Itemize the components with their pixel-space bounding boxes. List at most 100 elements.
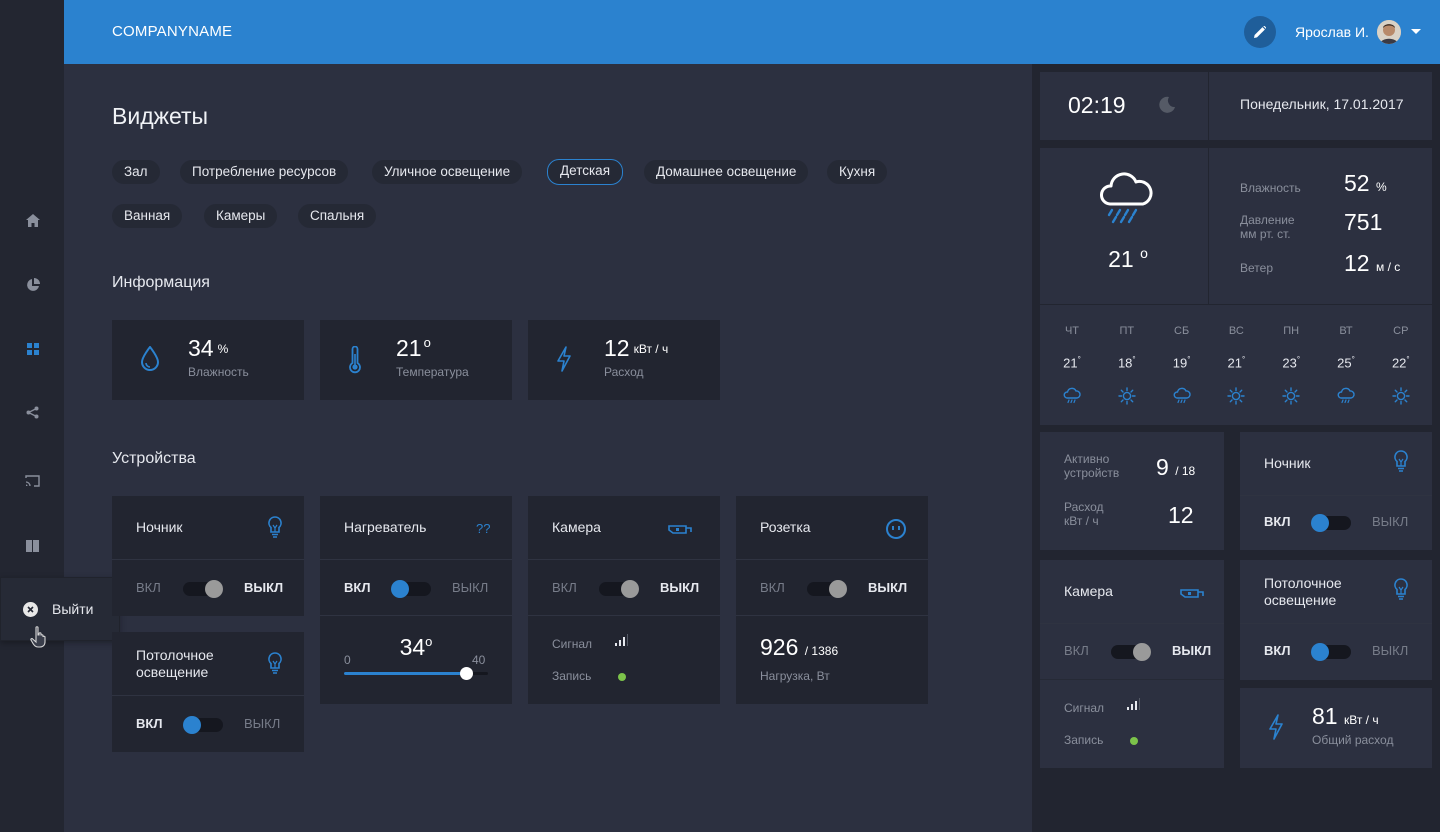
humidity-label: Влажность [1240, 181, 1301, 195]
forecast-day: ПН [1283, 325, 1300, 337]
tab-bedroom[interactable]: Спальня [298, 204, 377, 228]
right-ceiling-off-label[interactable]: ВЫКЛ [1372, 643, 1408, 658]
tab-zal[interactable]: Зал [112, 160, 160, 184]
logout-button[interactable]: Выйти [0, 577, 120, 641]
home-icon[interactable] [24, 212, 41, 229]
camera-record-label: Запись [552, 669, 592, 683]
moon-icon [1158, 96, 1176, 119]
tab-street-light[interactable]: Уличное освещение [372, 160, 523, 184]
nightlight-off-label[interactable]: ВЫКЛ [244, 580, 283, 595]
forecast-temp: 21° [1063, 355, 1081, 371]
socket-toggle-row: ВКЛ ВЫКЛ [736, 560, 928, 616]
active-devices-label: Активно устройств [1064, 452, 1120, 480]
pie-chart-icon[interactable] [24, 276, 41, 293]
camera-on-label[interactable]: ВКЛ [552, 580, 577, 595]
camera-switch[interactable] [599, 580, 639, 598]
forecast-day: ЧТ [1064, 325, 1080, 337]
pressure-value: 751 [1344, 209, 1383, 235]
right-camera-on-label[interactable]: ВКЛ [1064, 643, 1089, 658]
heater-slider-track[interactable] [344, 667, 488, 680]
right-camera-toggle-row: ВКЛ ВЫКЛ [1040, 624, 1224, 680]
clock-time: 02:19 [1068, 92, 1126, 118]
sidebar [0, 0, 64, 832]
user-name[interactable]: Ярослав И. [1295, 24, 1369, 40]
right-nightlight-title: Ночник [1264, 455, 1311, 471]
heater-toggle-row: ВКЛ ВЫКЛ [320, 560, 512, 616]
bolt-icon [556, 346, 572, 377]
ceiling-on-label[interactable]: ВКЛ [136, 716, 162, 731]
tab-cameras[interactable]: Камеры [204, 204, 278, 228]
tab-home-light[interactable]: Домашнее освещение [644, 160, 809, 184]
temperature-label: Температура [396, 365, 469, 379]
camera-off-label[interactable]: ВЫКЛ [660, 580, 699, 595]
heater-badge: ?? [476, 521, 491, 536]
camera-icon [1180, 586, 1204, 604]
date-card: Понедельник, 17.01.2017 [1209, 72, 1432, 140]
ceiling-off-label[interactable]: ВЫКЛ [244, 716, 280, 731]
socket-off-label[interactable]: ВЫКЛ [868, 580, 907, 595]
rain-cloud-icon [1098, 170, 1154, 231]
forecast-temp: 25° [1337, 355, 1355, 371]
forecast-temp: 18° [1117, 355, 1136, 371]
devices-section-title: Устройства [112, 450, 196, 467]
tab-bathroom[interactable]: Ванная [112, 204, 183, 228]
forecast-temp: 22° [1391, 355, 1410, 371]
share-icon[interactable] [24, 404, 41, 421]
usage-value: 12 [1168, 502, 1194, 528]
heater-max: 40 [472, 653, 486, 667]
ceiling-switch[interactable] [183, 716, 223, 734]
forecast-day: ВТ [1339, 325, 1353, 337]
right-ceiling-switch[interactable] [1311, 643, 1351, 661]
ceiling-toggle-row: ВКЛ ВЫКЛ [112, 696, 304, 750]
book-icon[interactable] [24, 537, 41, 554]
right-ceiling-on-label[interactable]: ВКЛ [1264, 643, 1290, 658]
sun-icon [1216, 387, 1256, 405]
consumption-label: Расход [604, 365, 644, 379]
record-status-dot [1130, 737, 1138, 745]
brand-logo[interactable]: COMPANYNAME [112, 23, 232, 40]
tab-kitchen[interactable]: Кухня [827, 160, 888, 184]
camera-toggle-row: ВКЛ ВЫКЛ [528, 560, 720, 616]
tab-kids-room[interactable]: Детская [547, 159, 624, 185]
socket-card: Розетка ВКЛ ВЫКЛ 926 / 1386 Нагрузка, Вт [736, 496, 928, 704]
page-title: Виджеты [112, 103, 209, 129]
edit-button[interactable] [1244, 16, 1276, 48]
heater-card: Нагреватель ?? ВКЛ ВЫКЛ 34о 0 40 [320, 496, 512, 704]
right-camera-off-label[interactable]: ВЫКЛ [1172, 643, 1211, 658]
ceiling-light-title: Потолочное освещение [136, 647, 214, 680]
heater-switch[interactable] [391, 580, 431, 598]
pencil-icon [1254, 26, 1266, 38]
sun-icon [1107, 387, 1147, 405]
avatar[interactable] [1377, 20, 1401, 44]
heater-slider-thumb[interactable] [460, 667, 474, 680]
right-camera-signal-label: Сигнал [1064, 701, 1105, 715]
info-section-title: Информация [112, 274, 210, 291]
right-nightlight-switch[interactable] [1311, 514, 1351, 532]
right-nightlight-on-label[interactable]: ВКЛ [1264, 514, 1290, 529]
socket-on-label[interactable]: ВКЛ [760, 580, 785, 595]
logout-label: Выйти [52, 601, 94, 617]
pressure-label: Давление мм рт. ст. [1240, 213, 1295, 241]
socket-load-label: Нагрузка, Вт [760, 669, 830, 683]
nightlight-card: Ночник ВКЛ ВЫКЛ [112, 496, 304, 616]
socket-title: Розетка [760, 519, 811, 535]
nightlight-on-label[interactable]: ВКЛ [136, 580, 161, 595]
usage-label: Расход кВт / ч [1064, 500, 1104, 528]
time-card: 02:19 [1040, 72, 1208, 140]
socket-icon [885, 518, 907, 545]
right-camera-record-label: Запись [1064, 733, 1104, 747]
socket-switch[interactable] [807, 580, 847, 598]
heater-on-label[interactable]: ВКЛ [344, 580, 370, 595]
grid-icon[interactable] [24, 340, 41, 357]
tab-resources[interactable]: Потребление ресурсов [180, 160, 349, 184]
forecast-temp: 23° [1282, 355, 1301, 371]
wind-label: Ветер [1240, 261, 1273, 275]
camera-title: Камера [552, 519, 601, 535]
cast-icon[interactable] [24, 472, 41, 489]
right-nightlight-off-label[interactable]: ВЫКЛ [1372, 514, 1408, 529]
right-camera-switch[interactable] [1111, 643, 1151, 661]
chevron-down-icon[interactable] [1411, 29, 1421, 34]
heater-off-label[interactable]: ВЫКЛ [452, 580, 488, 595]
nightlight-switch[interactable] [183, 580, 223, 598]
right-ceiling-toggle-row: ВКЛ ВЫКЛ [1240, 624, 1432, 678]
